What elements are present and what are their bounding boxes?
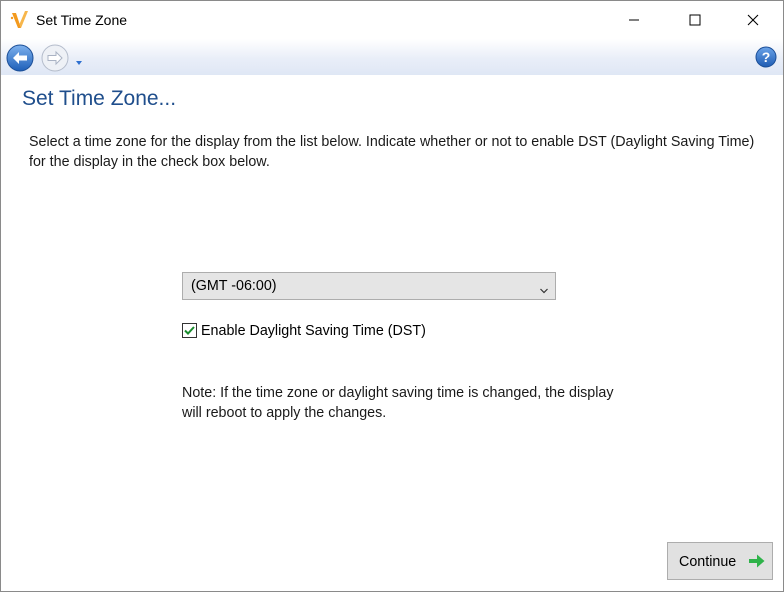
help-icon[interactable]: ? <box>755 46 777 68</box>
back-arrow-icon[interactable] <box>5 43 35 73</box>
maximize-button[interactable] <box>672 1 718 39</box>
forward-arrow-icon[interactable] <box>40 43 70 73</box>
continue-button[interactable]: Continue <box>667 542 773 580</box>
minimize-icon <box>629 19 639 21</box>
dst-checkbox-label[interactable]: Enable Daylight Saving Time (DST) <box>201 323 426 339</box>
title-bar: Set Time Zone <box>1 1 783 39</box>
v-logo-icon <box>9 9 31 31</box>
set-time-zone-window: Set Time Zone ? Set Time Zone... Select … <box>0 0 784 592</box>
close-button[interactable] <box>730 1 776 39</box>
arrow-right-icon <box>748 553 766 569</box>
time-zone-value: (GMT -06:00) <box>191 278 277 294</box>
window-title: Set Time Zone <box>36 12 128 28</box>
svg-text:?: ? <box>762 49 771 65</box>
maximize-icon <box>689 14 701 26</box>
reboot-note: Note: If the time zone or daylight savin… <box>182 385 614 421</box>
chevron-down-icon <box>539 282 549 294</box>
page-title: Set Time Zone... <box>22 87 177 110</box>
checkmark-icon <box>184 326 195 335</box>
dst-checkbox[interactable] <box>182 323 197 338</box>
navigation-bar: ? <box>1 39 783 75</box>
close-icon <box>747 14 759 26</box>
minimize-button[interactable] <box>611 1 657 39</box>
instructions-text: Select a time zone for the display from … <box>29 134 755 170</box>
time-zone-dropdown[interactable]: (GMT -06:00) <box>182 272 556 300</box>
continue-label: Continue <box>679 554 737 570</box>
history-dropdown-icon[interactable] <box>74 54 84 65</box>
